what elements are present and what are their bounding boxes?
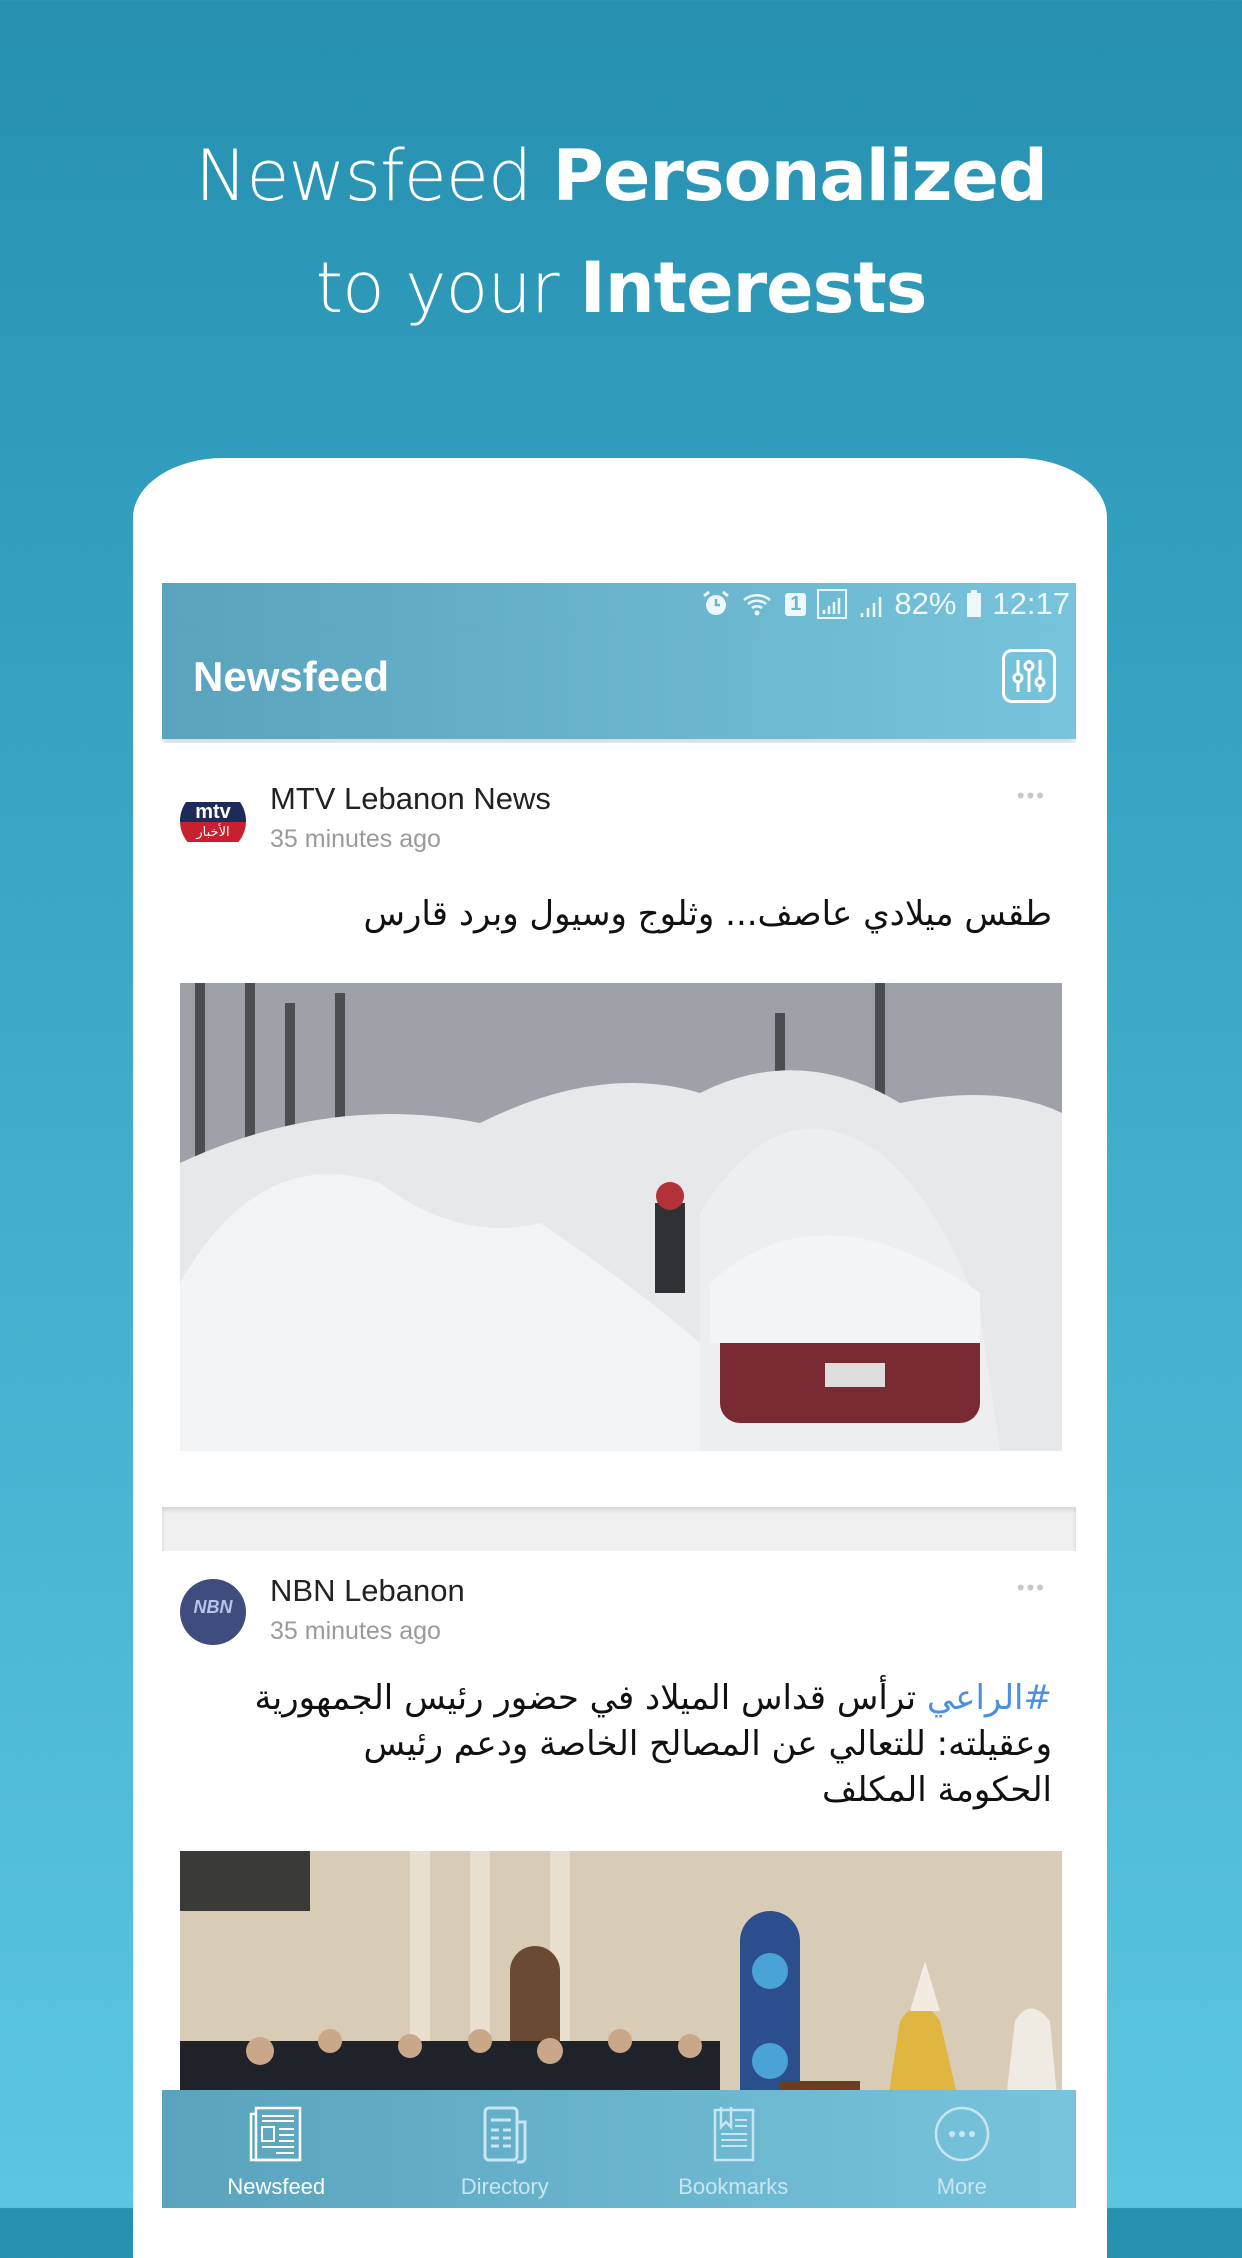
battery-percent: 82% (894, 586, 957, 621)
post-time: 35 minutes ago (270, 1617, 441, 1645)
bookmark-book-icon (714, 2107, 755, 2162)
sim-1-icon: 1 (785, 592, 807, 616)
source-avatar-nbn[interactable]: NBN (180, 1579, 246, 1645)
sliders-icon (1012, 660, 1046, 692)
signal-box-icon (817, 589, 848, 619)
status-bar: 1 82% 12:17 (162, 583, 1076, 625)
post-image-snow[interactable] (180, 983, 1062, 1451)
newspaper-icon (250, 2106, 302, 2162)
promo-line-1: Newsfeed Personalized (194, 135, 1048, 217)
source-name[interactable]: MTV Lebanon News (270, 781, 551, 817)
battery-icon (967, 590, 982, 617)
more-options-button[interactable]: ••• (1017, 783, 1046, 809)
promo-headline: Newsfeed Personalized to your Interests (0, 120, 1242, 344)
post-text: #الراعي ترأس قداس الميلاد في حضور رئيس ا… (254, 1678, 1053, 1810)
tab-newsfeed[interactable]: Newsfeed (162, 2090, 391, 2208)
post-divider (162, 1507, 1076, 1551)
news-post[interactable]: NBN NBN Lebanon 35 minutes ago ••• #الرا… (162, 1551, 1076, 1851)
more-circle-icon (934, 2106, 989, 2162)
bottom-tab-bar: Newsfeed Directory Bookmarks More (162, 2090, 1076, 2208)
directory-icon (483, 2106, 527, 2164)
filter-button[interactable] (1002, 649, 1056, 703)
promo-line-2: to your Interests (315, 247, 928, 329)
source-avatar-mtv[interactable]: mtv الأخبار (180, 788, 246, 854)
post-time: 35 minutes ago (270, 825, 441, 853)
wifi-icon (743, 593, 772, 616)
clock: 12:17 (992, 586, 1070, 621)
alarm-icon (703, 590, 730, 615)
app-bar: Newsfeed (162, 625, 1076, 739)
signal-icon (861, 597, 882, 617)
hashtag-link[interactable]: #الراعي (927, 1678, 1052, 1718)
tab-more[interactable]: More (848, 2090, 1077, 2208)
page-title: Newsfeed (193, 653, 390, 700)
tab-bookmarks[interactable]: Bookmarks (619, 2090, 848, 2208)
source-name[interactable]: NBN Lebanon (270, 1573, 465, 1609)
post-text: طقس ميلادي عاصف... وثلوج وسيول وبرد قارس (363, 894, 1053, 934)
tab-directory[interactable]: Directory (391, 2090, 620, 2208)
phone-screen: 1 82% 12:17 Newsfeed mtv الأخبار MTV Leb… (162, 583, 1076, 2208)
more-options-button[interactable]: ••• (1017, 1575, 1046, 1601)
